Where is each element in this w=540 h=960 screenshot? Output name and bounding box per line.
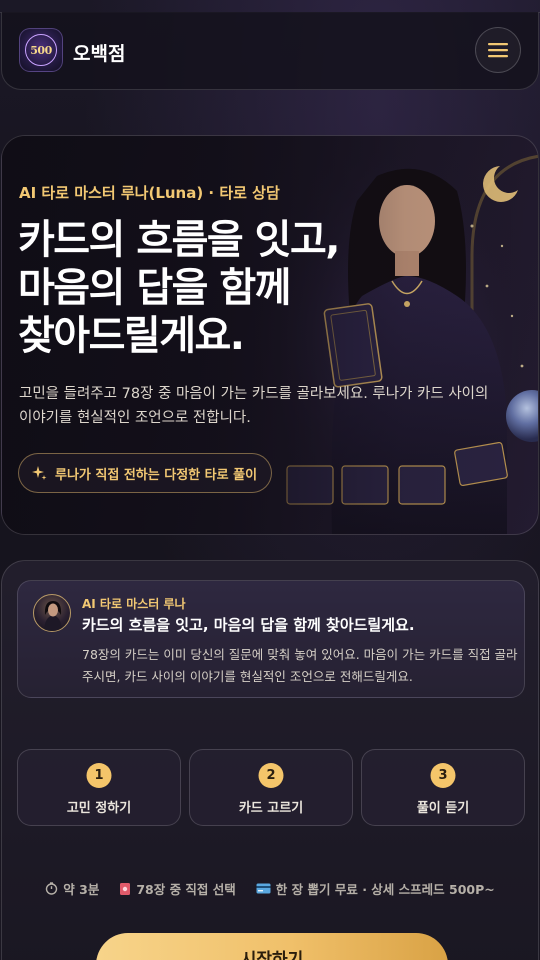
process-steps: 1 고민 정하기 2 카드 고르기 3 풀이 듣기 — [17, 749, 525, 827]
hero-title-line: 마음의 답을 함께 — [18, 265, 291, 311]
step-number: 2 — [258, 763, 284, 788]
meta-time: 약 3분 — [45, 879, 99, 898]
hero-feature-pill: 루나가 직접 전하는 다정한 타로 풀이 — [18, 453, 273, 493]
logo-emblem: 500 — [25, 34, 57, 66]
meta-price-text: 한 장 뽑기 무료 · 상세 스프레드 500P~ — [275, 882, 495, 897]
brand-logo[interactable]: 500 — [19, 28, 63, 72]
luna-card-body: 78장의 카드는 이미 당신의 질문에 맞춰 놓여 있어요. 마음이 가는 카드… — [82, 647, 518, 684]
hero-description: 고민을 들려주고 78장 중 마음이 가는 카드를 골라보세요. 루나가 카드 … — [19, 386, 489, 426]
step-card: 3 풀이 듣기 — [361, 749, 525, 826]
hero-title-line: 카드의 흐름을 잇고, — [18, 217, 340, 263]
intro-panel: AI 타로 마스터 루나 카드의 흐름을 잇고, 마음의 답을 함께 찾아드릴게… — [1, 560, 539, 960]
start-button-label: 시작하기 — [240, 950, 304, 960]
hero-banner: AI 타로 마스터 루나(Luna) · 타로 상담 카드의 흐름을 잇고, 마… — [1, 135, 539, 535]
meta-cards-text: 78장 중 직접 선택 — [136, 882, 236, 897]
hero-pill-label: 루나가 직접 전하는 다정한 타로 풀이 — [55, 467, 258, 483]
app-header: 500 오백점 — [1, 12, 539, 90]
hamburger-menu-icon — [488, 43, 508, 58]
brand-name[interactable]: 오백점 — [73, 39, 125, 66]
card-deck-icon — [120, 882, 131, 895]
hero-title: 카드의 흐름을 잇고, 마음의 답을 함께 찾아드릴게요. — [18, 216, 398, 360]
luna-portrait-icon — [44, 601, 62, 631]
step-label: 고민 정하기 — [66, 801, 132, 816]
step-label: 풀이 듣기 — [416, 801, 470, 816]
hero-title-line: 찾아드릴게요. — [18, 313, 245, 359]
luna-avatar — [33, 594, 71, 632]
meta-time-text: 약 3분 — [63, 882, 100, 897]
credit-card-icon — [256, 883, 271, 894]
session-meta: 약 3분 78장 중 직접 선택 한 장 뽑기 무료 · 상세 스프레드 500… — [2, 879, 538, 898]
start-button[interactable]: 시작하기 — [96, 933, 448, 960]
luna-message-card: AI 타로 마스터 루나 카드의 흐름을 잇고, 마음의 답을 함께 찾아드릴게… — [17, 580, 525, 698]
luna-card-label: AI 타로 마스터 루나 — [82, 597, 186, 611]
step-card: 2 카드 고르기 — [189, 749, 353, 826]
step-label: 카드 고르기 — [238, 801, 304, 816]
step-number: 3 — [430, 763, 456, 788]
hero-eyebrow: AI 타로 마스터 루나(Luna) · 타로 상담 — [19, 184, 280, 202]
meta-cards: 78장 중 직접 선택 — [119, 879, 236, 898]
timer-icon — [46, 882, 58, 895]
step-number: 1 — [86, 763, 112, 788]
luna-card-headline: 카드의 흐름을 잇고, 마음의 답을 함께 찾아드릴게요. — [82, 616, 415, 634]
menu-button[interactable] — [475, 27, 521, 73]
sparkle-icon — [32, 466, 47, 480]
meta-price: 한 장 뽑기 무료 · 상세 스프레드 500P~ — [256, 879, 495, 898]
step-card: 1 고민 정하기 — [17, 749, 181, 826]
